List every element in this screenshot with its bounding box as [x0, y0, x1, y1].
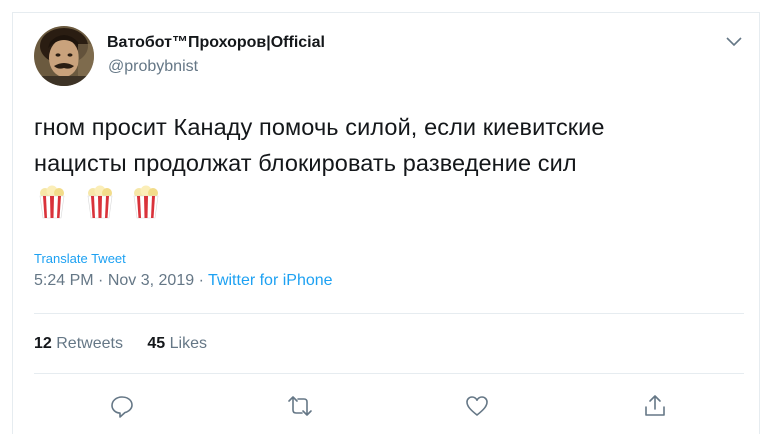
divider	[34, 373, 744, 374]
share-icon[interactable]	[642, 393, 668, 419]
like-icon[interactable]	[464, 393, 490, 419]
tweet-card: Ватобот™Прохоров|Official @probybnist гн…	[12, 12, 760, 434]
author-handle[interactable]: @probybnist	[108, 58, 198, 76]
likes-stat[interactable]: 45 Likes	[147, 335, 207, 353]
meta-separator: ·	[98, 272, 104, 289]
author-name[interactable]: Ватобот™Прохоров|Official	[107, 34, 325, 52]
tweet-text-line: гном просит Канаду помочь силой, если ки…	[34, 114, 605, 140]
chevron-down-icon[interactable]	[725, 35, 743, 49]
tweet-text: гном просит Канаду помочь силой, если ки…	[34, 109, 744, 181]
retweet-icon[interactable]	[287, 393, 313, 419]
translate-tweet-link[interactable]: Translate Tweet	[34, 251, 126, 266]
popcorn-emoji-icon	[131, 185, 161, 219]
tweet-stats: 12 Retweets 45 Likes	[34, 335, 227, 353]
likes-label: Likes	[169, 335, 208, 352]
retweets-label: Retweets	[56, 335, 123, 352]
popcorn-emoji-icon	[85, 185, 115, 219]
tweet-date[interactable]: Nov 3, 2019	[108, 272, 194, 289]
divider	[34, 313, 744, 314]
avatar[interactable]	[34, 26, 94, 86]
meta-separator: ·	[198, 272, 204, 289]
tweet-source-link[interactable]: Twitter for iPhone	[208, 272, 333, 289]
retweets-stat[interactable]: 12 Retweets	[34, 335, 123, 353]
reply-icon[interactable]	[109, 393, 135, 419]
tweet-text-line: нацисты продолжат блокировать разведение…	[34, 150, 577, 176]
tweet-metadata: 5:24 PM · Nov 3, 2019 · Twitter for iPho…	[34, 272, 333, 290]
retweets-count: 12	[34, 335, 52, 352]
likes-count: 45	[147, 335, 166, 352]
popcorn-emoji-icon	[37, 185, 67, 219]
tweet-time[interactable]: 5:24 PM	[34, 272, 94, 289]
